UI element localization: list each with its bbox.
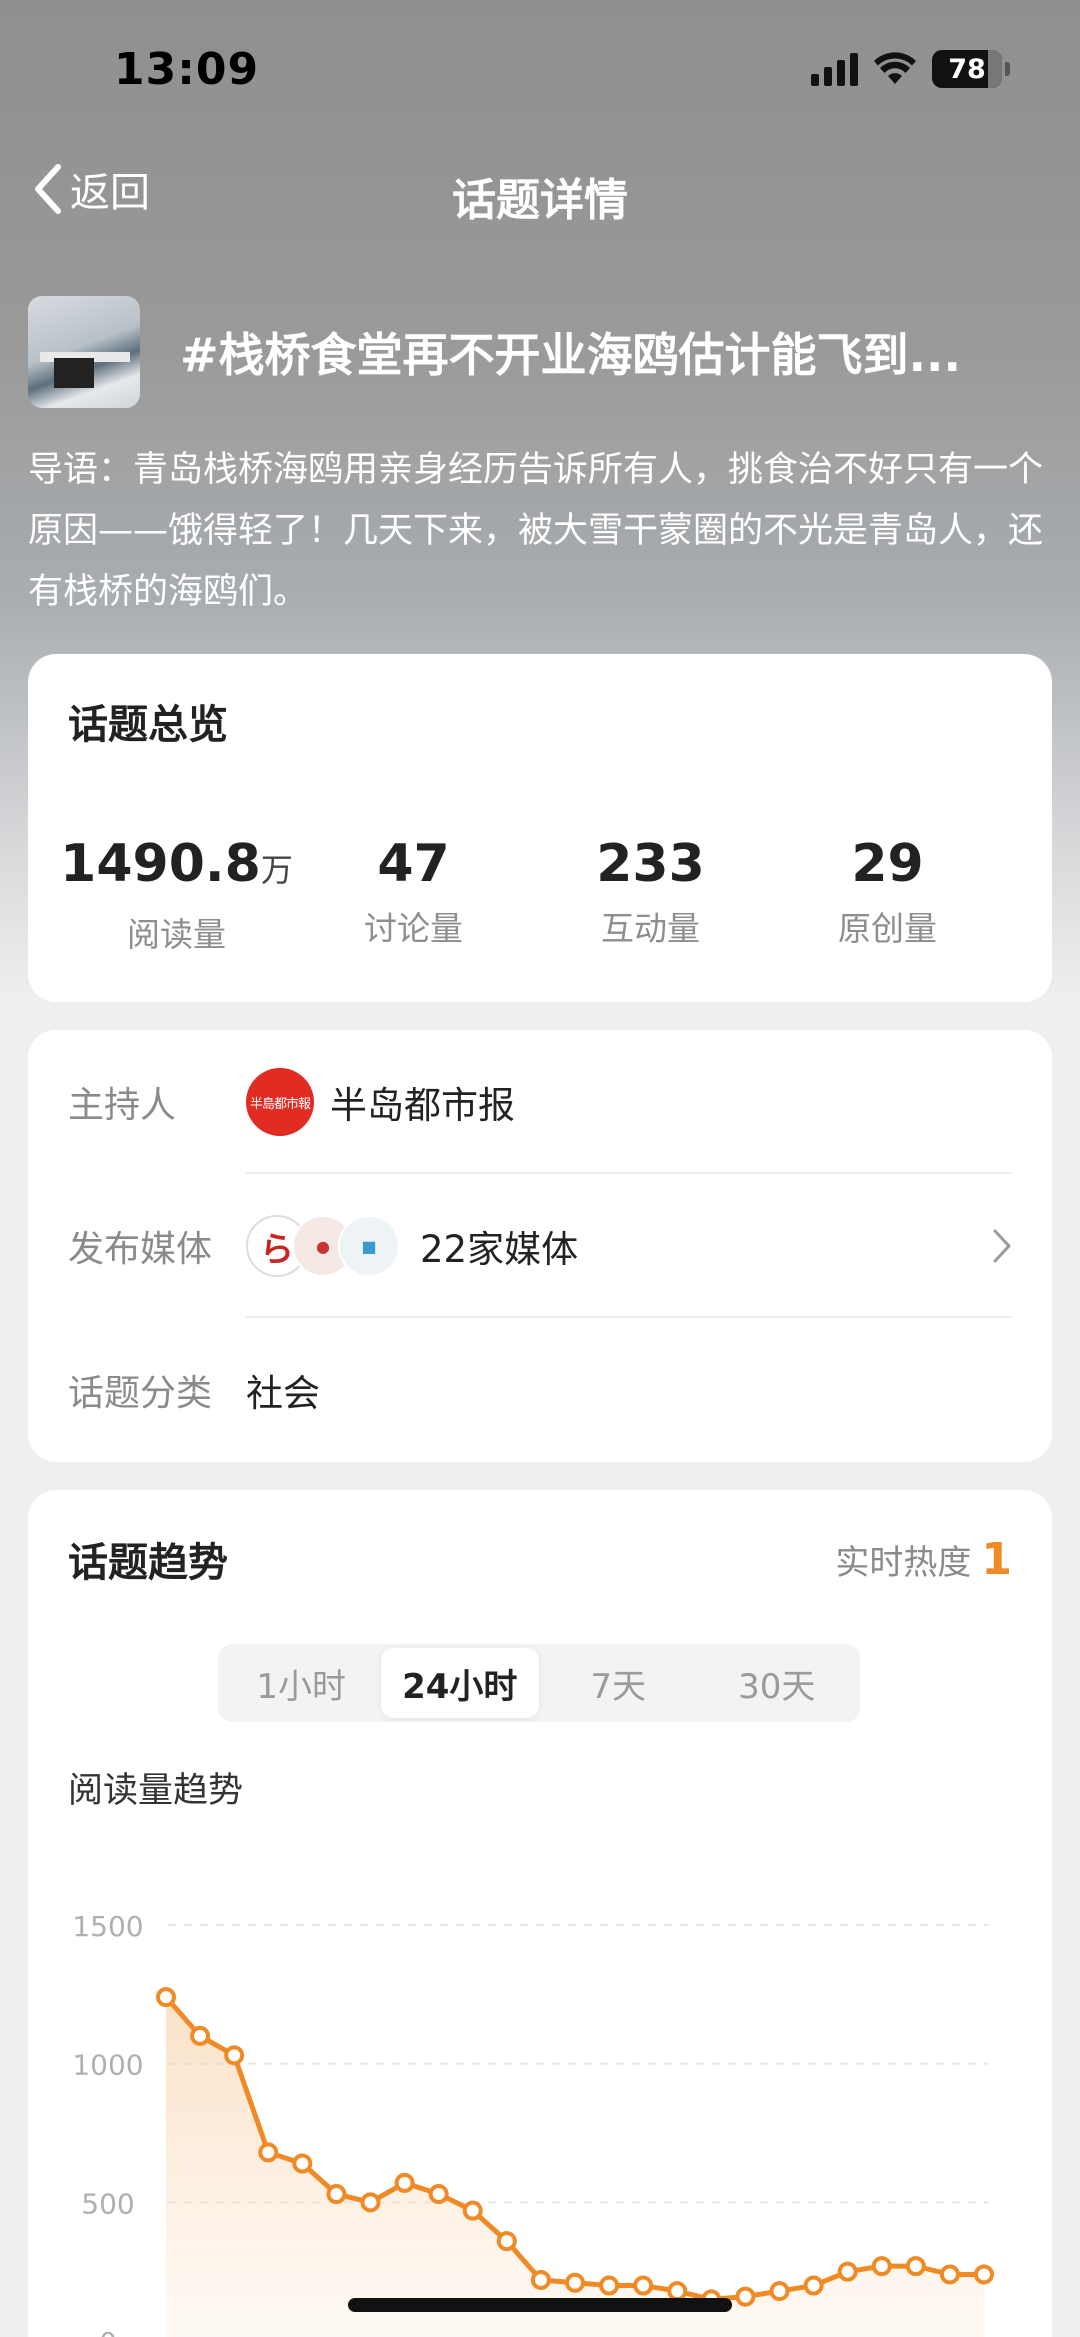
data-point[interactable] <box>326 2184 347 2205</box>
data-point[interactable] <box>258 2142 279 2163</box>
data-point[interactable] <box>599 2275 620 2296</box>
stat-label: 互动量 <box>601 909 700 948</box>
stat-value: 29 <box>851 834 924 894</box>
trend-card: 话题趋势 实时热度 1 1小时 24小时 7天 30天 阅读量趋势 1500 10… <box>28 1490 1052 2337</box>
data-point[interactable] <box>974 2264 994 2285</box>
data-point[interactable] <box>462 2200 483 2221</box>
category-label: 话题分类 <box>68 1373 213 1414</box>
overview-title: 话题总览 <box>68 702 228 748</box>
data-point[interactable] <box>292 2153 313 2174</box>
data-point[interactable] <box>871 2256 892 2277</box>
stat-originals: 29 原创量 <box>769 834 1006 956</box>
topic-thumbnail[interactable] <box>28 296 140 408</box>
home-indicator <box>348 2298 732 2312</box>
data-point[interactable] <box>905 2256 926 2277</box>
stat-discussions: 47 讨论量 <box>295 834 532 956</box>
data-point[interactable] <box>633 2275 654 2296</box>
host-label: 主持人 <box>68 1085 177 1126</box>
overview-card: 话题总览 1490.8万 阅读量 47 讨论量 233 互动量 29 原创量 <box>28 654 1052 1002</box>
data-point[interactable] <box>190 2025 211 2046</box>
host-avatar: 半島都市報 <box>246 1068 314 1136</box>
status-time: 13:09 <box>114 44 260 95</box>
wifi-icon <box>874 52 916 84</box>
stats-row: 1490.8万 阅读量 47 讨论量 233 互动量 29 原创量 <box>28 834 1052 956</box>
stat-label: 阅读量 <box>127 915 226 954</box>
media-avatar: ■ <box>338 1215 400 1277</box>
data-point[interactable] <box>156 1987 176 2008</box>
battery-icon: 78 <box>932 50 1010 88</box>
read-trend-chart: 1500 1000 500 0 <box>72 1910 994 2337</box>
stat-reads: 1490.8万 阅读量 <box>58 834 295 956</box>
stat-value: 233 <box>596 834 705 894</box>
stat-label: 讨论量 <box>364 909 463 948</box>
data-point[interactable] <box>769 2281 790 2302</box>
category-row: 话题分类 社会 <box>68 1318 1012 1462</box>
data-point[interactable] <box>360 2192 381 2213</box>
stat-unit: 万 <box>260 851 293 889</box>
category-value: 社会 <box>246 1372 320 1415</box>
cellular-signal-icon <box>811 52 858 86</box>
chevron-right-icon <box>993 1229 1011 1263</box>
media-avatars: ら ● ■ <box>246 1215 400 1277</box>
media-label: 发布媒体 <box>68 1229 213 1270</box>
media-row[interactable]: 发布媒体 ら ● ■ 22家媒体 <box>68 1174 1012 1318</box>
data-point[interactable] <box>735 2286 756 2307</box>
data-point[interactable] <box>803 2275 824 2296</box>
stat-interactions: 233 互动量 <box>532 834 769 956</box>
data-point[interactable] <box>530 2269 551 2290</box>
battery-level: 78 <box>948 53 986 85</box>
nav-bar: 返回 话题详情 <box>0 150 1080 230</box>
data-point[interactable] <box>667 2281 688 2302</box>
data-point[interactable] <box>428 2184 449 2205</box>
stat-value: 1490.8 <box>60 834 261 894</box>
data-point[interactable] <box>565 2272 585 2293</box>
page-title: 话题详情 <box>452 175 628 226</box>
info-card: 主持人 半島都市報 半岛都市报 发布媒体 ら ● ■ 22家媒体 话题分类 社会 <box>28 1030 1052 1462</box>
data-point[interactable] <box>394 2172 415 2193</box>
host-row[interactable]: 主持人 半島都市報 半岛都市报 <box>68 1030 1012 1174</box>
data-point[interactable] <box>496 2231 517 2252</box>
stat-value: 47 <box>377 834 450 894</box>
stat-label: 原创量 <box>838 909 937 948</box>
data-point[interactable] <box>939 2264 960 2285</box>
media-count: 22家媒体 <box>420 1228 579 1271</box>
y-tick-label: 500 <box>81 2187 134 2220</box>
topic-intro: 导语：青岛栈桥海鸥用亲身经历告诉所有人，挑食治不好只有一个原因——饿得轻了！几天… <box>28 450 1044 612</box>
status-icons: 78 <box>811 50 1010 88</box>
data-point[interactable] <box>837 2261 858 2282</box>
host-name: 半岛都市报 <box>330 1084 515 1127</box>
status-bar: 13:09 78 <box>0 0 1080 140</box>
topic-header: #栈桥食堂再不开业海鸥估计能飞到... <box>28 296 1052 408</box>
data-point[interactable] <box>224 2045 245 2066</box>
y-tick-label: 0 <box>99 2326 117 2337</box>
topic-title: #栈桥食堂再不开业海鸥估计能飞到... <box>180 328 961 382</box>
y-tick-label: 1500 <box>72 1910 143 1943</box>
y-tick-label: 1000 <box>72 2049 143 2082</box>
